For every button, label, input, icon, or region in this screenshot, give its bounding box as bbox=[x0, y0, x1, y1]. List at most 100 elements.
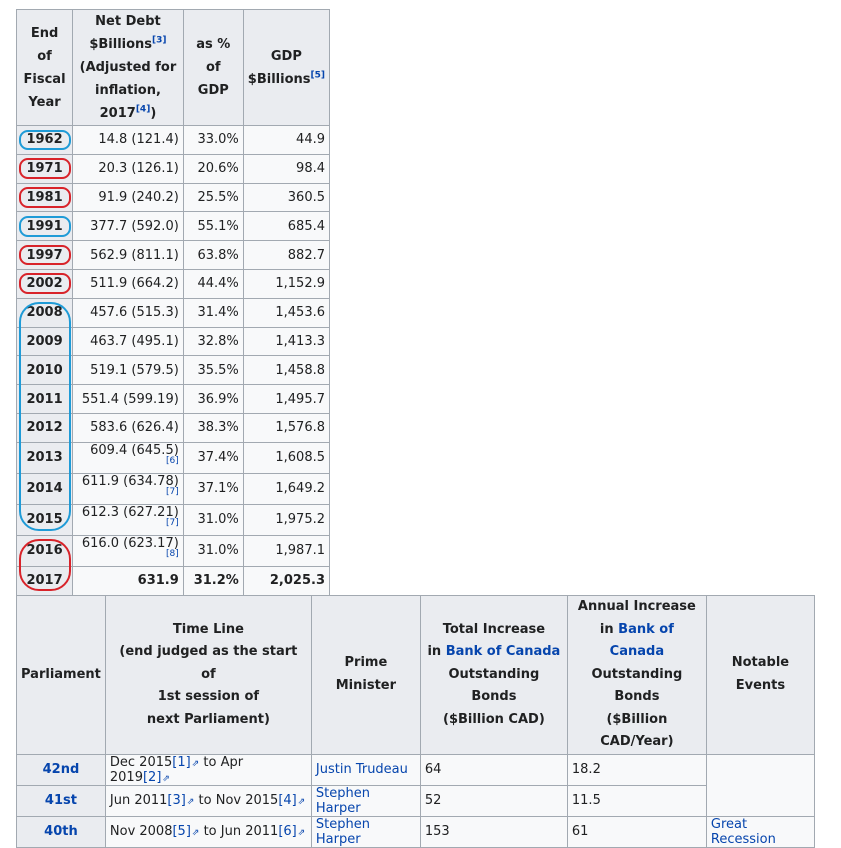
ref-link[interactable]: [6] bbox=[278, 824, 296, 839]
net-debt-cell: 377.7 (592.0) bbox=[72, 211, 184, 242]
prime-minister-cell: Stephen Harper bbox=[310, 815, 421, 848]
parliament-link[interactable]: 42nd bbox=[43, 762, 80, 777]
prime-minister-link[interactable]: Justin Trudeau bbox=[316, 762, 408, 777]
net-debt-cell: 463.7 (495.1) bbox=[72, 326, 184, 357]
annual-increase-cell: 11.5 bbox=[566, 784, 707, 817]
header-total-increase: Total Increase in Bank of Canada Outstan… bbox=[419, 595, 568, 755]
header-end-of-fiscal-year: End of Fiscal Year bbox=[15, 9, 74, 126]
timeline-cell: Jun 2011[3]⇗ to Nov 2015[4]⇗ bbox=[104, 784, 312, 817]
annual-increase-cell: 61 bbox=[566, 815, 707, 848]
table-row: 41st Jun 2011[3]⇗ to Nov 2015[4]⇗ Stephe… bbox=[16, 784, 815, 817]
ref-link[interactable]: [1] bbox=[172, 755, 190, 770]
ref-link[interactable]: [5] bbox=[172, 824, 190, 839]
table-row: 2016 616.0 (623.17)[8] 31.0% 1,987.1 bbox=[15, 534, 331, 567]
fiscal-year-cell: 2017 bbox=[15, 565, 74, 596]
prime-minister-link[interactable]: Stephen Harper bbox=[316, 786, 370, 816]
pct-gdp-cell: 25.5% bbox=[182, 182, 244, 213]
pct-gdp-cell: 63.8% bbox=[182, 240, 244, 270]
net-debt-cell: 583.6 (626.4) bbox=[72, 412, 184, 443]
net-debt-cell: 20.3 (126.1) bbox=[72, 153, 184, 184]
net-debt-cell: 631.9 bbox=[72, 565, 184, 596]
header-prime-minister: Prime Minister bbox=[310, 595, 421, 755]
header-net-debt: Net Debt $Billions[3] (Adjusted for infl… bbox=[72, 9, 184, 126]
great-recession-link[interactable]: Great Recession bbox=[711, 817, 776, 847]
net-debt-cell: 511.9 (664.2) bbox=[72, 268, 184, 299]
fiscal-year-cell: 2016 bbox=[15, 534, 74, 567]
pct-gdp-cell: 35.5% bbox=[182, 355, 244, 386]
table-row: 42nd Dec 2015[1]⇗ to Apr 2019[2]⇗ Justin… bbox=[16, 753, 816, 817]
gdp-cell: 2,025.3 bbox=[242, 565, 331, 596]
gdp-cell: 1,495.7 bbox=[242, 384, 331, 414]
ref-link[interactable]: [3] bbox=[152, 36, 167, 46]
bank-of-canada-link[interactable]: Bank of Canada bbox=[610, 622, 674, 660]
pct-gdp-cell: 38.3% bbox=[182, 412, 244, 443]
gdp-cell: 1,413.3 bbox=[242, 326, 331, 357]
fiscal-year-cell: 1971 bbox=[15, 153, 74, 184]
timeline-cell: Dec 2015[1]⇗ to Apr 2019[2]⇗ bbox=[104, 753, 312, 786]
header-pct-gdp: as % of GDP bbox=[182, 9, 244, 126]
table-row: 2009 463.7 (495.1) 32.8% 1,413.3 bbox=[15, 326, 331, 357]
prime-minister-cell: Justin Trudeau bbox=[310, 753, 421, 786]
net-debt-cell: 609.4 (645.5)[6] bbox=[72, 441, 184, 474]
gdp-cell: 1,453.6 bbox=[242, 297, 331, 328]
gdp-cell: 882.7 bbox=[242, 240, 331, 270]
ref-link[interactable]: [6] bbox=[166, 456, 179, 466]
fiscal-year-cell: 2015 bbox=[15, 503, 74, 536]
net-debt-cell: 91.9 (240.2) bbox=[72, 182, 184, 213]
net-debt-cell: 519.1 (579.5) bbox=[72, 355, 184, 386]
gdp-cell: 44.9 bbox=[242, 125, 331, 155]
pct-gdp-cell: 31.2% bbox=[182, 565, 244, 596]
gdp-cell: 1,458.8 bbox=[242, 355, 331, 386]
notable-events-cell bbox=[705, 753, 816, 817]
gdp-cell: 98.4 bbox=[242, 153, 331, 184]
parliament-link[interactable]: 41st bbox=[45, 793, 77, 808]
pct-gdp-cell: 31.0% bbox=[182, 503, 244, 536]
ref-link[interactable]: [7] bbox=[166, 518, 179, 528]
header-parliament: Parliament bbox=[16, 595, 106, 755]
table-row: 2017 631.9 31.2% 2,025.3 bbox=[15, 565, 331, 596]
fiscal-year-cell: 1981 bbox=[15, 182, 74, 213]
net-debt-cell: 551.4 (599.19) bbox=[72, 384, 184, 414]
annual-increase-cell: 18.2 bbox=[566, 753, 707, 786]
ref-link[interactable]: [3] bbox=[167, 793, 185, 808]
fiscal-year-cell: 1997 bbox=[15, 240, 74, 270]
gdp-cell: 1,576.8 bbox=[242, 412, 331, 443]
ref-link[interactable]: [8] bbox=[166, 549, 179, 559]
bank-of-canada-link[interactable]: Bank of Canada bbox=[446, 644, 561, 659]
pct-gdp-cell: 55.1% bbox=[182, 211, 244, 242]
header-annual-increase: Annual Increase in Bank of Canada Outsta… bbox=[566, 595, 707, 755]
parliament-link[interactable]: 40th bbox=[44, 824, 78, 839]
table-row: 2011 551.4 (599.19) 36.9% 1,495.7 bbox=[15, 384, 331, 414]
ref-link[interactable]: [5] bbox=[311, 70, 326, 80]
header-notable-events: Notable Events bbox=[705, 595, 816, 755]
gdp-cell: 1,608.5 bbox=[242, 441, 331, 474]
prime-minister-link[interactable]: Stephen Harper bbox=[316, 817, 370, 847]
external-link-icon: ⇗ bbox=[186, 797, 195, 807]
header-gdp: GDP $Billions[5] bbox=[242, 9, 331, 126]
ref-link[interactable]: [2] bbox=[143, 770, 161, 785]
ref-link[interactable]: [7] bbox=[166, 487, 179, 497]
table-row: 1962 14.8 (121.4) 33.0% 44.9 bbox=[15, 125, 331, 155]
net-debt-cell: 612.3 (627.21)[7] bbox=[72, 503, 184, 536]
timeline-cell: Nov 2008[5]⇗ to Jun 2011[6]⇗ bbox=[104, 815, 312, 848]
external-link-icon: ⇗ bbox=[297, 828, 306, 838]
prime-minister-cell: Stephen Harper bbox=[310, 784, 421, 817]
parliament-cell: 40th bbox=[16, 815, 106, 848]
parliament-cell: 41st bbox=[16, 784, 106, 817]
table-row: 1991 377.7 (592.0) 55.1% 685.4 bbox=[15, 211, 331, 242]
pct-gdp-cell: 37.4% bbox=[182, 441, 244, 474]
table-row: 2002 511.9 (664.2) 44.4% 1,152.9 bbox=[15, 268, 331, 299]
fiscal-year-cell: 1962 bbox=[15, 125, 74, 155]
net-debt-cell: 562.9 (811.1) bbox=[72, 240, 184, 270]
gdp-cell: 1,152.9 bbox=[242, 268, 331, 299]
gdp-cell: 1,975.2 bbox=[242, 503, 331, 536]
fiscal-year-cell: 2012 bbox=[15, 412, 74, 443]
external-link-icon: ⇗ bbox=[191, 828, 200, 838]
fiscal-year-cell: 2014 bbox=[15, 472, 74, 505]
net-debt-cell: 611.9 (634.78)[7] bbox=[72, 472, 184, 505]
fiscal-year-cell: 1991 bbox=[15, 211, 74, 242]
fiscal-year-cell: 2009 bbox=[15, 326, 74, 357]
ref-link[interactable]: [4] bbox=[136, 105, 151, 115]
ref-link[interactable]: [4] bbox=[278, 793, 296, 808]
parliament-bonds-table: Parliament Time Line (end judged as the … bbox=[16, 595, 816, 848]
